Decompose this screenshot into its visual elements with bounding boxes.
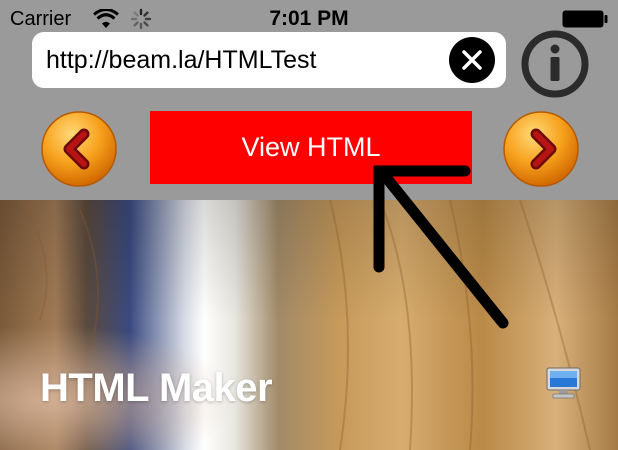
clear-url-button[interactable] xyxy=(449,37,495,83)
status-time: 7:01 PM xyxy=(269,7,349,30)
chevron-right-icon xyxy=(503,111,579,187)
previous-button[interactable] xyxy=(40,110,118,188)
desktop-computer-icon[interactable] xyxy=(545,366,582,400)
app-title: HTML Maker xyxy=(40,366,273,410)
url-field[interactable]: http://beam.la/HTMLTest xyxy=(32,32,506,88)
next-button[interactable] xyxy=(502,110,580,188)
url-text[interactable]: http://beam.la/HTMLTest xyxy=(46,46,316,75)
background-photo xyxy=(0,200,618,450)
browser-toolbar: http://beam.la/HTMLTest View HTML xyxy=(0,30,618,200)
info-icon[interactable] xyxy=(520,29,590,99)
view-html-button[interactable]: View HTML xyxy=(150,111,472,184)
battery-icon xyxy=(562,10,608,28)
close-icon xyxy=(462,50,482,70)
web-content[interactable]: HTML Maker xyxy=(0,200,618,450)
chevron-left-icon xyxy=(41,111,117,187)
